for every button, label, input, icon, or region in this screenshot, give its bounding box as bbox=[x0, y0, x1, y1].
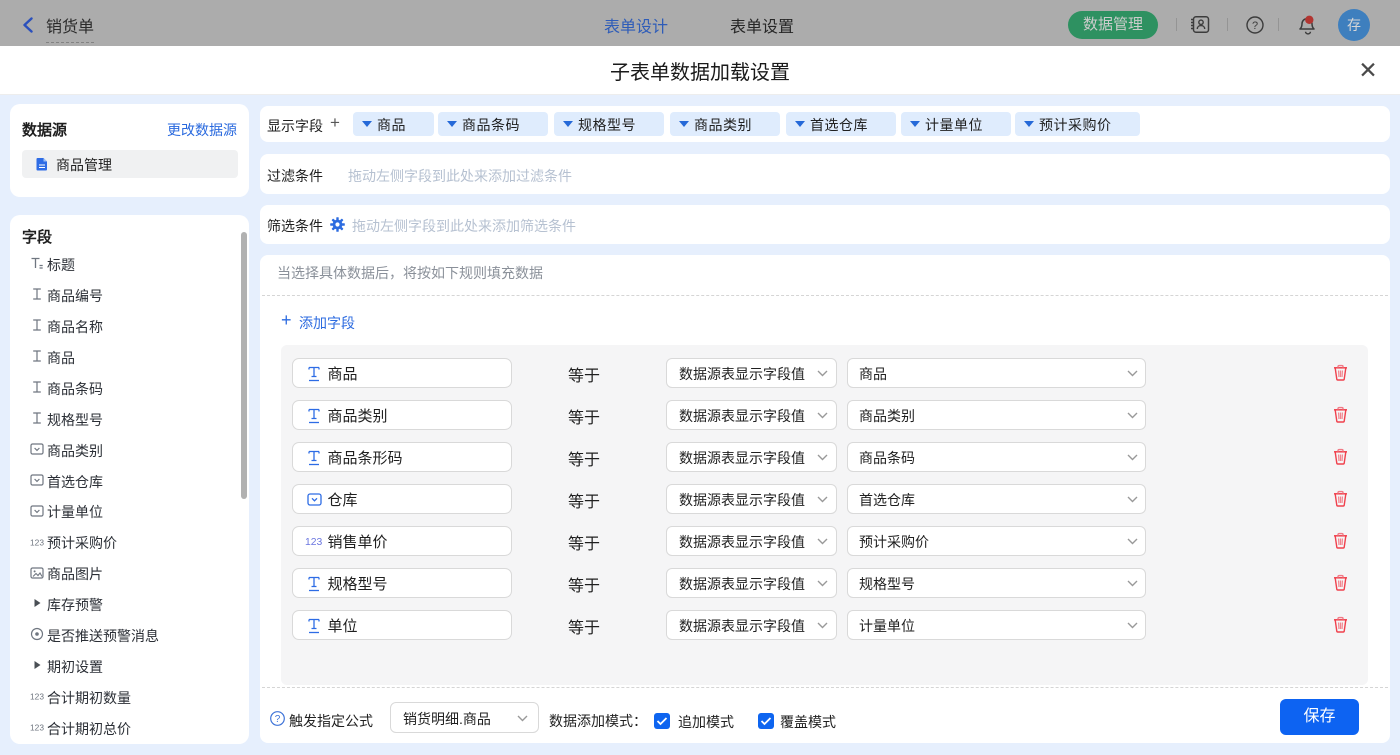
svg-text:123: 123 bbox=[30, 537, 44, 547]
svg-text:?: ? bbox=[1252, 20, 1258, 32]
svg-text:123: 123 bbox=[30, 723, 44, 733]
svg-text:123: 123 bbox=[30, 692, 44, 702]
svg-text:123: 123 bbox=[305, 537, 323, 548]
svg-text:?: ? bbox=[275, 714, 281, 725]
